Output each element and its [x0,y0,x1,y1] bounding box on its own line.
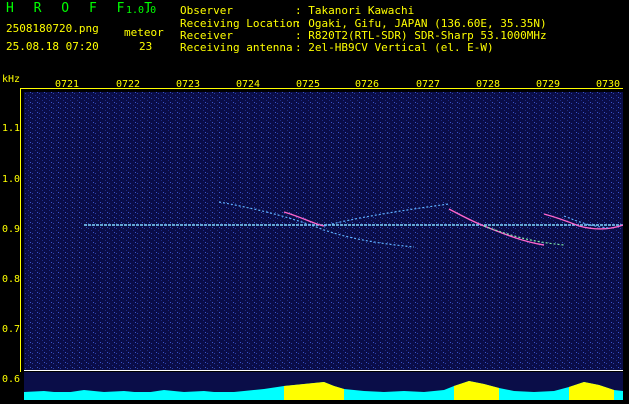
signal-level-meter [24,372,623,400]
y-axis-line [20,88,21,372]
meteor-label: meteor [124,26,164,39]
spectrogram-plot [24,92,623,370]
x-tick-label: 0730 [596,79,621,90]
date-time: 25.08.18 07:20 [6,40,99,53]
level-peak [454,381,499,400]
level-peak [569,382,614,400]
noise-background [24,92,623,370]
y-tick-label: 0.7 [2,324,21,335]
y-tick-label: 0.8 [2,274,21,285]
meter-upper-line [24,370,623,371]
x-tick-label: 0728 [476,79,501,90]
app-version: 1.0.0 [126,5,157,16]
antenna-value: : 2el-HB9CV Vertical (el. E-W) [295,41,494,54]
y-unit-label: kHz [2,74,21,85]
level-peak [284,382,344,400]
observer-value: : Takanori Kawachi [295,4,415,17]
x-axis-line [20,88,623,89]
x-tick-label: 0729 [536,79,561,90]
x-tick-label: 0725 [296,79,321,90]
x-tick-label: 0721 [55,79,80,90]
y-tick-label: 1.1 [2,123,21,134]
y-tick-label: 0.9 [2,224,21,235]
x-tick-label: 0722 [116,79,141,90]
x-tick-label: 0723 [176,79,201,90]
x-tick-label: 0727 [416,79,441,90]
meteor-count: 23 [139,40,153,53]
signal-level-svg [24,381,623,400]
spectrogram-svg [24,92,623,370]
x-tick-label: 0726 [355,79,380,90]
x-tick-label: 0724 [236,79,261,90]
y-tick-label: 0.6 [2,374,21,385]
antenna-label: Receiving antenna [180,41,293,54]
file-name: 2508180720.png [6,22,99,35]
y-tick-label: 1.0 [2,174,21,185]
header-panel: H R O F F T 1.0.0 2508180720.png meteor … [0,0,629,72]
observer-label: Observer [180,4,233,17]
